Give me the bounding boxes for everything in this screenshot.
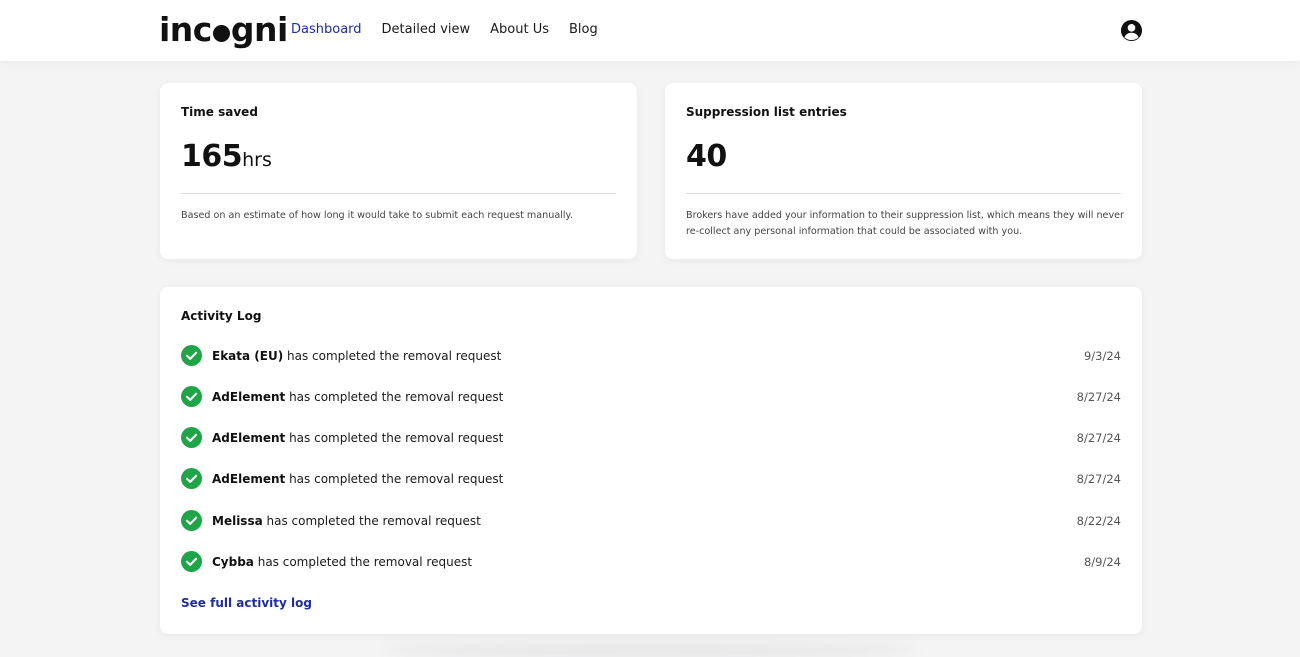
activity-log-title: Activity Log [181,309,262,323]
incogni-logo[interactable]: inc gni [159,11,288,49]
activity-date: 8/27/24 [1076,471,1121,486]
see-full-activity-log-link[interactable]: See full activity log [181,596,312,610]
activity-row: AdElement has completed the removal requ… [181,427,1121,448]
suppression-number: 40 [686,139,727,174]
activity-row: Melissa has completed the removal reques… [181,510,1121,531]
activity-message: has completed the removal request [285,471,504,486]
suppression-list-card: Suppression list entries 40 Brokers have… [665,83,1142,259]
nav-about-us[interactable]: About Us [490,20,549,40]
activity-row: Ekata (EU) has completed the removal req… [181,345,1121,366]
activity-row-text: Ekata (EU) has completed the removal req… [212,349,501,363]
nav-blog[interactable]: Blog [569,20,598,40]
top-navigation-bar: inc gni Dashboard Detailed view About Us … [0,0,1300,61]
card-divider [181,193,616,194]
time-saved-value: 165hrs [181,139,272,174]
broker-name: AdElement [212,430,286,445]
time-saved-number: 165 [181,139,243,174]
activity-message: has completed the removal request [285,389,504,404]
user-circle-icon[interactable] [1120,19,1143,42]
time-saved-card: Time saved 165hrs Based on an estimate o… [160,83,637,259]
activity-row-text: AdElement has completed the removal requ… [212,472,503,486]
activity-message: has completed the removal request [262,513,481,528]
check-circle-icon [181,468,202,489]
logo-text-end: gni [230,10,288,49]
activity-row-text: Melissa has completed the removal reques… [212,514,481,528]
check-circle-icon [181,510,202,531]
main-nav: Dashboard Detailed view About Us Blog [291,20,618,40]
broker-name: Melissa [212,513,263,528]
time-saved-label: Time saved [181,105,258,119]
suppression-label: Suppression list entries [686,105,847,119]
activity-row: Cybba has completed the removal request … [181,551,1121,572]
activity-row-text: Cybba has completed the removal request [212,555,472,569]
activity-row: AdElement has completed the removal requ… [181,468,1121,489]
broker-name: AdElement [212,389,286,404]
check-circle-icon [181,427,202,448]
nav-detailed-view[interactable]: Detailed view [382,20,471,40]
suppression-description: Brokers have added your information to t… [686,210,1124,237]
activity-message: has completed the removal request [285,430,504,445]
activity-row: AdElement has completed the removal requ… [181,386,1121,407]
activity-date: 8/9/24 [1083,554,1121,569]
nav-dashboard[interactable]: Dashboard [291,20,362,40]
activity-log-card: Activity Log Ekata (EU) has completed th… [160,287,1142,634]
broker-name: Ekata (EU) [212,348,284,363]
activity-date: 8/22/24 [1076,513,1121,528]
check-circle-icon [181,551,202,572]
check-circle-icon [181,386,202,407]
activity-message: has completed the removal request [283,348,502,363]
activity-date: 8/27/24 [1076,430,1121,445]
activity-message: has completed the removal request [253,554,473,569]
activity-row-text: AdElement has completed the removal requ… [212,431,503,445]
broker-name: AdElement [212,471,286,486]
activity-date: 9/3/24 [1083,348,1121,363]
time-saved-unit: hrs [242,149,272,171]
logo-text-start: inc [159,10,212,49]
card-divider [686,193,1121,194]
logo-dot-icon [212,25,230,42]
scroll-shadow [380,643,920,657]
suppression-value: 40 [686,139,727,174]
time-saved-description: Based on an estimate of how long it woul… [181,210,573,221]
activity-row-text: AdElement has completed the removal requ… [212,390,503,404]
check-circle-icon [181,345,202,366]
activity-date: 8/27/24 [1076,389,1121,404]
broker-name: Cybba [212,554,254,569]
